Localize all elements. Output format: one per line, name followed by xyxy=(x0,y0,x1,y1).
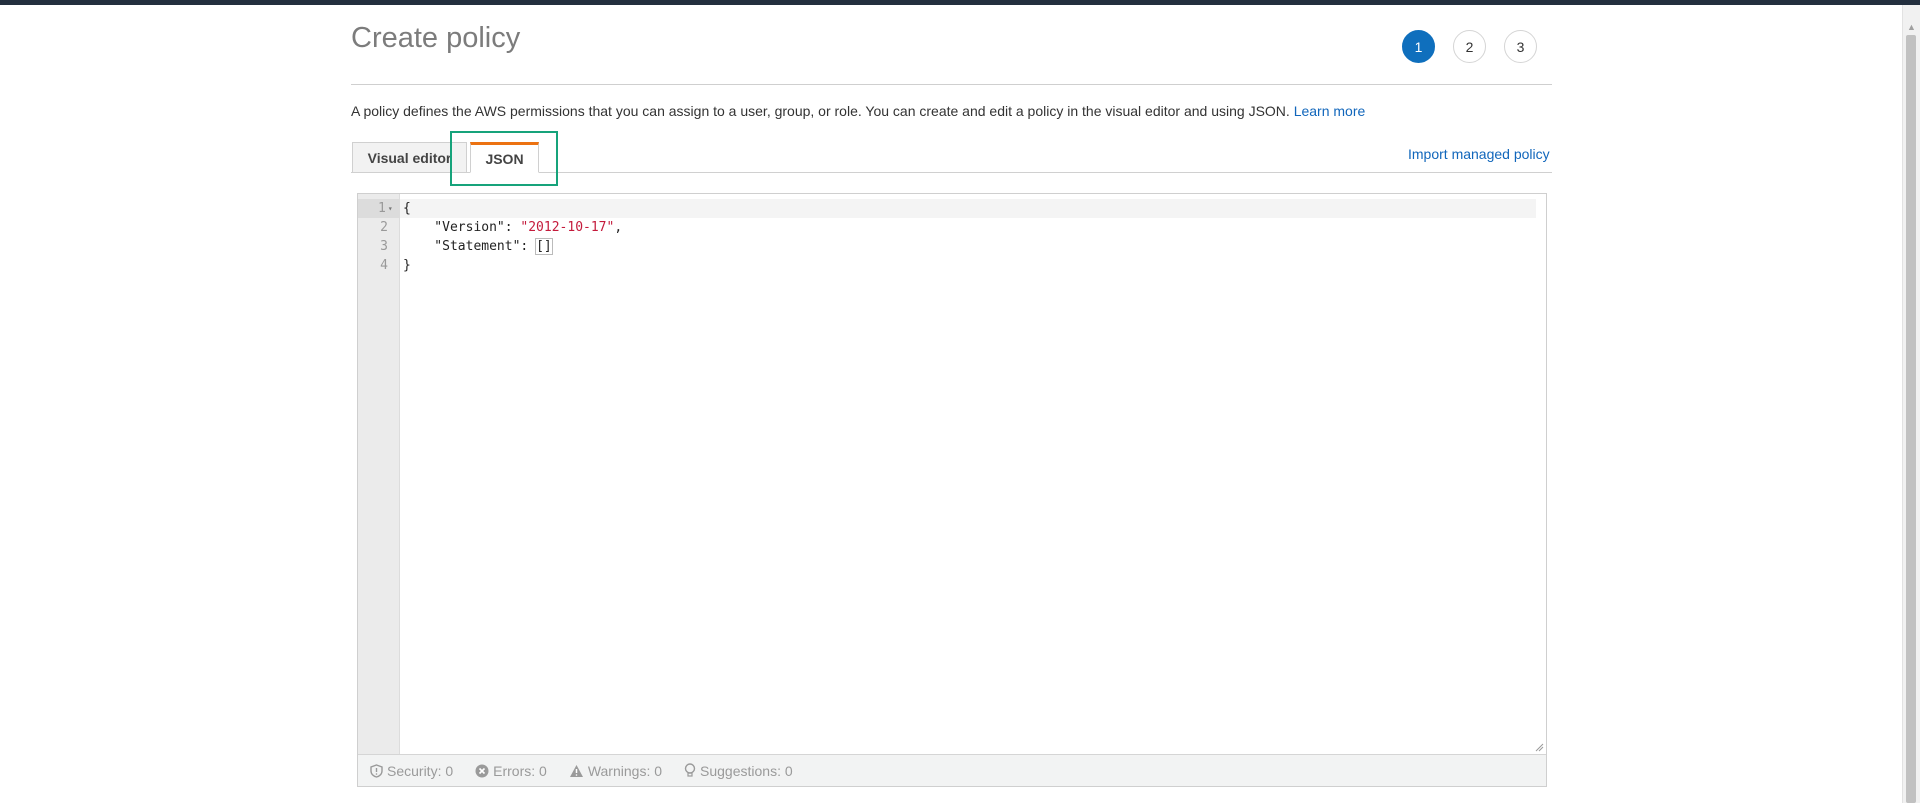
step-3[interactable]: 3 xyxy=(1504,30,1537,63)
scroll-up-arrow-icon[interactable]: ▲ xyxy=(1903,21,1920,33)
code-array: [] xyxy=(535,238,553,255)
active-line-highlight xyxy=(400,199,1536,218)
policy-description: A policy defines the AWS permissions tha… xyxy=(351,103,1365,119)
validation-status-bar: Security: 0 Errors: 0 Warnings: 0 Sugges… xyxy=(358,754,1546,786)
code-key: "Statement": xyxy=(403,239,537,254)
line-number: 1 ▾ xyxy=(358,199,399,218)
page-title: Create policy xyxy=(351,22,521,54)
code-punct: , xyxy=(614,220,623,235)
line-number: 2 xyxy=(380,220,388,235)
code-line[interactable]: } xyxy=(403,256,411,275)
suggestions-count: Suggestions: 0 xyxy=(700,762,793,779)
scroll-thumb[interactable] xyxy=(1906,35,1916,803)
top-bar xyxy=(0,0,1920,5)
code-brace: { xyxy=(403,201,411,216)
tab-visual-editor[interactable]: Visual editor xyxy=(352,142,467,172)
status-security[interactable]: Security: 0 xyxy=(370,763,453,779)
description-text: A policy defines the AWS permissions tha… xyxy=(351,103,1290,119)
warning-icon xyxy=(569,764,583,777)
error-icon xyxy=(475,764,489,777)
page-scrollbar[interactable]: ▲ xyxy=(1902,5,1920,803)
code-brace: } xyxy=(403,258,411,273)
errors-count: Errors: 0 xyxy=(493,762,547,779)
security-count: Security: 0 xyxy=(387,762,454,779)
json-editor[interactable]: 1 ▾ 2 3 4 { "Version": "2012-10-17", "Sta… xyxy=(357,193,1547,787)
status-warnings[interactable]: Warnings: 0 xyxy=(569,763,662,779)
code-line[interactable]: "Version": "2012-10-17", xyxy=(403,218,622,237)
tab-json[interactable]: JSON xyxy=(470,142,539,173)
code-string: "2012-10-17" xyxy=(520,220,615,235)
line-number: 4 xyxy=(380,258,388,273)
code-line[interactable]: { xyxy=(403,199,411,218)
status-suggestions[interactable]: Suggestions: 0 xyxy=(684,763,793,779)
step-2[interactable]: 2 xyxy=(1453,30,1486,63)
learn-more-link[interactable]: Learn more xyxy=(1294,103,1366,119)
warnings-count: Warnings: 0 xyxy=(587,762,663,779)
fold-arrow-icon[interactable]: ▾ xyxy=(388,204,393,213)
line-number: 3 xyxy=(380,239,388,254)
header-divider xyxy=(351,84,1552,85)
resize-handle-icon[interactable] xyxy=(1534,742,1544,752)
lightbulb-icon xyxy=(684,763,696,777)
shield-icon xyxy=(370,763,383,778)
code-key: "Version": xyxy=(403,220,521,235)
step-1[interactable]: 1 xyxy=(1402,30,1435,63)
wizard-steps: 1 2 3 xyxy=(1402,30,1537,63)
import-managed-policy-link[interactable]: Import managed policy xyxy=(1408,146,1550,162)
status-errors[interactable]: Errors: 0 xyxy=(475,763,547,779)
code-line[interactable]: "Statement": [] xyxy=(403,237,553,256)
editor-gutter: 1 ▾ 2 3 4 xyxy=(358,194,400,754)
